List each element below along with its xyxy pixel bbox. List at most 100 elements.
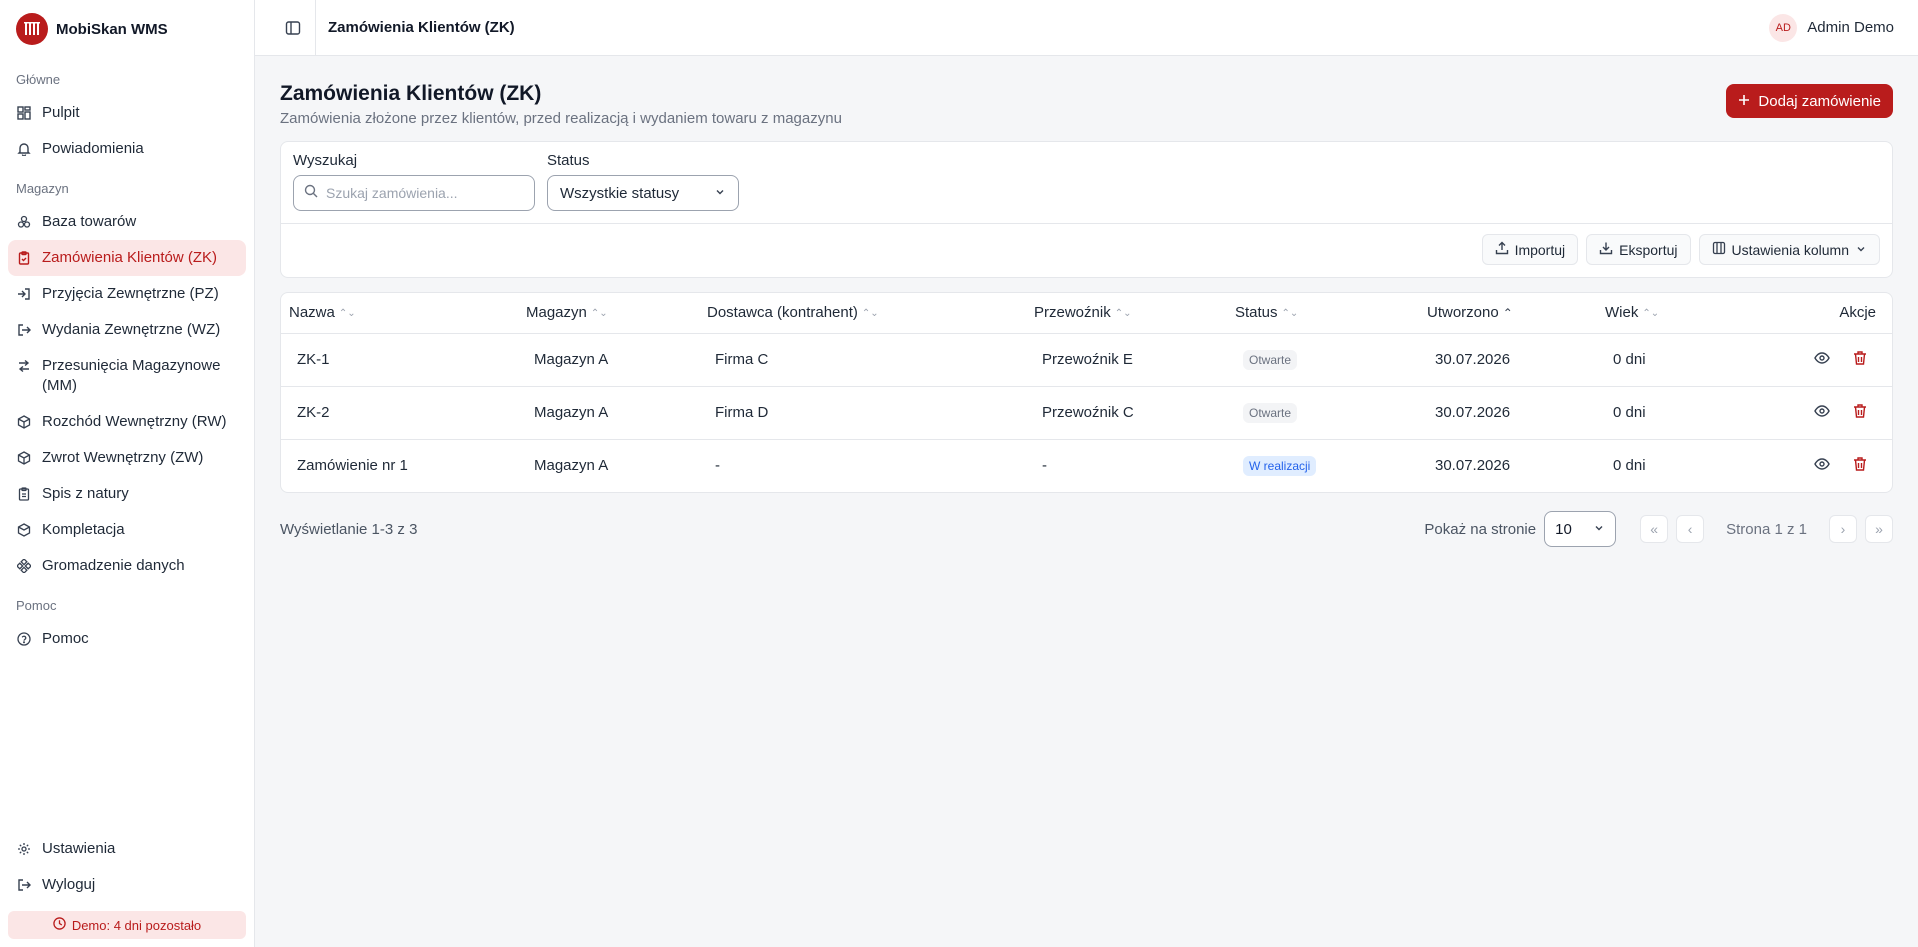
- cell-supplier: Firma C: [699, 333, 1026, 387]
- plus-icon: [1738, 93, 1750, 110]
- search-box[interactable]: [293, 175, 535, 211]
- column-header-przewoznik[interactable]: Przewoźnik ⌃⌄: [1026, 293, 1227, 334]
- sidebar-item-zwrot[interactable]: Zwrot Wewnętrzny (ZW): [8, 440, 246, 476]
- clipboard-list-icon: [16, 484, 32, 504]
- sidebar-item-gromadzenie[interactable]: Gromadzenie danych: [8, 548, 246, 584]
- sidebar-item-label: Kompletacja: [42, 521, 125, 538]
- cell-age: 0 dni: [1597, 333, 1707, 387]
- sidebar-item-przyjecia[interactable]: Przyjęcia Zewnętrzne (PZ): [8, 276, 246, 312]
- prev-page-button[interactable]: ‹: [1676, 515, 1705, 543]
- view-icon[interactable]: [1814, 456, 1830, 476]
- sidebar-item-ustawienia[interactable]: Ustawienia: [8, 831, 246, 867]
- column-header-dostawca[interactable]: Dostawca (kontrahent) ⌃⌄: [699, 293, 1026, 334]
- column-settings-button[interactable]: Ustawienia kolumn: [1698, 234, 1880, 265]
- last-page-button[interactable]: »: [1865, 515, 1893, 543]
- sidebar-item-pomoc[interactable]: Pomoc: [8, 621, 246, 657]
- clock-icon: [53, 917, 66, 933]
- dashboard-icon: [16, 103, 32, 123]
- sidebar-item-kompletacja[interactable]: Kompletacja: [8, 512, 246, 548]
- sidebar-item-spis[interactable]: Spis z natury: [8, 476, 246, 512]
- import-button[interactable]: Importuj: [1481, 234, 1579, 265]
- trash-icon[interactable]: [1852, 350, 1868, 370]
- sidebar-item-zamowienia-klientow[interactable]: Zamówienia Klientów (ZK): [8, 240, 246, 276]
- status-badge: W realizacji: [1243, 455, 1317, 476]
- cell-carrier: Przewoźnik E: [1026, 333, 1227, 387]
- search-field: Wyszukaj: [293, 152, 535, 211]
- sidebar-item-label: Zwrot Wewnętrzny (ZW): [42, 449, 204, 466]
- cell-status: W realizacji: [1227, 439, 1419, 492]
- view-icon[interactable]: [1814, 350, 1830, 370]
- cell-actions: [1707, 386, 1892, 440]
- sidebar-item-pulpit[interactable]: Pulpit: [8, 95, 246, 131]
- user-menu[interactable]: AD Admin Demo: [1769, 13, 1894, 42]
- brand[interactable]: MobiSkan WMS: [0, 0, 254, 58]
- sidebar-bottom: Ustawienia Wyloguj Demo: 4 dni pozostało: [0, 831, 254, 947]
- status-select[interactable]: Wszystkie statusy: [547, 175, 739, 211]
- upload-icon: [1495, 241, 1509, 258]
- first-page-button[interactable]: «: [1640, 515, 1669, 543]
- sidebar-item-label: Baza towarów: [42, 213, 137, 230]
- cell-age: 0 dni: [1613, 457, 1646, 475]
- user-name: Admin Demo: [1807, 19, 1894, 36]
- sidebar-item-label: Przyjęcia Zewnętrzne (PZ): [42, 285, 219, 302]
- layers-icon: [16, 520, 32, 540]
- sidebar-item-label: Pomoc: [42, 630, 89, 647]
- column-header-label: Status: [1235, 304, 1278, 322]
- search-input[interactable]: [326, 185, 506, 201]
- demo-badge[interactable]: Demo: 4 dni pozostało: [8, 911, 246, 939]
- column-header-status[interactable]: Status ⌃⌄: [1227, 293, 1419, 334]
- sidebar-item-wydania[interactable]: Wydania Zewnętrzne (WZ): [8, 312, 246, 348]
- cell-carrier: -: [1042, 457, 1047, 475]
- cell-name: Zamówienie nr 1: [297, 457, 408, 475]
- cell-status: Otwarte: [1227, 333, 1419, 387]
- table-row[interactable]: Zamówienie nr 1 Magazyn A - - W realizac…: [281, 439, 1892, 492]
- sidebar-item-powiadomienia[interactable]: Powiadomienia: [8, 131, 246, 167]
- sidebar: MobiSkan WMS Główne Pulpit Powiadomienia…: [0, 0, 255, 947]
- next-page-button[interactable]: ›: [1829, 515, 1857, 543]
- per-page-value: 10: [1555, 520, 1572, 538]
- app-name: MobiSkan WMS: [56, 20, 168, 38]
- add-order-button[interactable]: Dodaj zamówienie: [1726, 84, 1893, 118]
- sidebar-item-baza-towarow[interactable]: Baza towarów: [8, 204, 246, 240]
- package-icon: [16, 448, 32, 468]
- export-button[interactable]: Eksportuj: [1586, 234, 1691, 265]
- avatar: AD: [1769, 13, 1798, 42]
- section-label: Magazyn: [16, 181, 69, 196]
- column-header-utworzono[interactable]: Utworzono ⌃: [1419, 293, 1597, 334]
- column-header-label: Dostawca (kontrahent): [707, 304, 858, 322]
- column-header-label: Wiek: [1605, 304, 1639, 322]
- logo-icon: [16, 13, 48, 45]
- column-header-label: Utworzono: [1427, 304, 1499, 322]
- sidebar-item-rozchod[interactable]: Rozchód Wewnętrzny (RW): [8, 404, 246, 440]
- trash-icon[interactable]: [1852, 456, 1868, 476]
- results-summary: Wyświetlanie 1-3 z 3: [280, 520, 418, 538]
- sidebar-item-label: Rozchód Wewnętrzny (RW): [42, 413, 227, 430]
- gear-icon: [16, 839, 32, 859]
- page-header: Zamówienia Klientów (ZK) Zamówienia złoż…: [280, 80, 1893, 127]
- sidebar-toggle-icon[interactable]: [279, 14, 307, 42]
- table-row[interactable]: ZK-1 Magazyn A Firma C Przewoźnik E Otwa…: [281, 333, 1892, 387]
- column-header-label: Nazwa: [289, 304, 335, 322]
- clipboard-icon: [16, 248, 32, 268]
- column-header-nazwa[interactable]: Nazwa ⌃⌄: [281, 293, 518, 334]
- per-page-select[interactable]: 10: [1544, 511, 1617, 547]
- table-row[interactable]: ZK-2 Magazyn A Firma D Przewoźnik C Otwa…: [281, 386, 1892, 440]
- column-header-wiek[interactable]: Wiek ⌃⌄: [1597, 293, 1707, 334]
- cell-warehouse: Magazyn A: [534, 457, 609, 475]
- cell-warehouse: Magazyn A: [518, 333, 699, 387]
- cell-supplier: -: [715, 457, 720, 475]
- column-settings-label: Ustawienia kolumn: [1731, 241, 1850, 258]
- trash-icon[interactable]: [1852, 403, 1868, 423]
- view-icon[interactable]: [1814, 403, 1830, 423]
- boxes-icon: [16, 212, 32, 232]
- sidebar-item-przesuniecia[interactable]: Przesunięcia Magazynowe (MM): [8, 348, 246, 404]
- nav-section-main: Główne Pulpit Powiadomienia: [0, 58, 254, 167]
- sort-icon: ⌃⌄: [338, 307, 356, 319]
- sidebar-item-wyloguj[interactable]: Wyloguj: [8, 867, 246, 903]
- column-header-magazyn[interactable]: Magazyn ⌃⌄: [518, 293, 699, 334]
- toolbar: Importuj Eksportuj Ustawienia kolumn: [293, 234, 1880, 265]
- add-order-label: Dodaj zamówienie: [1758, 92, 1881, 110]
- cell-age: 0 dni: [1597, 386, 1707, 440]
- status-label: Status: [547, 152, 590, 169]
- sort-icon: ⌃⌄: [1642, 307, 1660, 319]
